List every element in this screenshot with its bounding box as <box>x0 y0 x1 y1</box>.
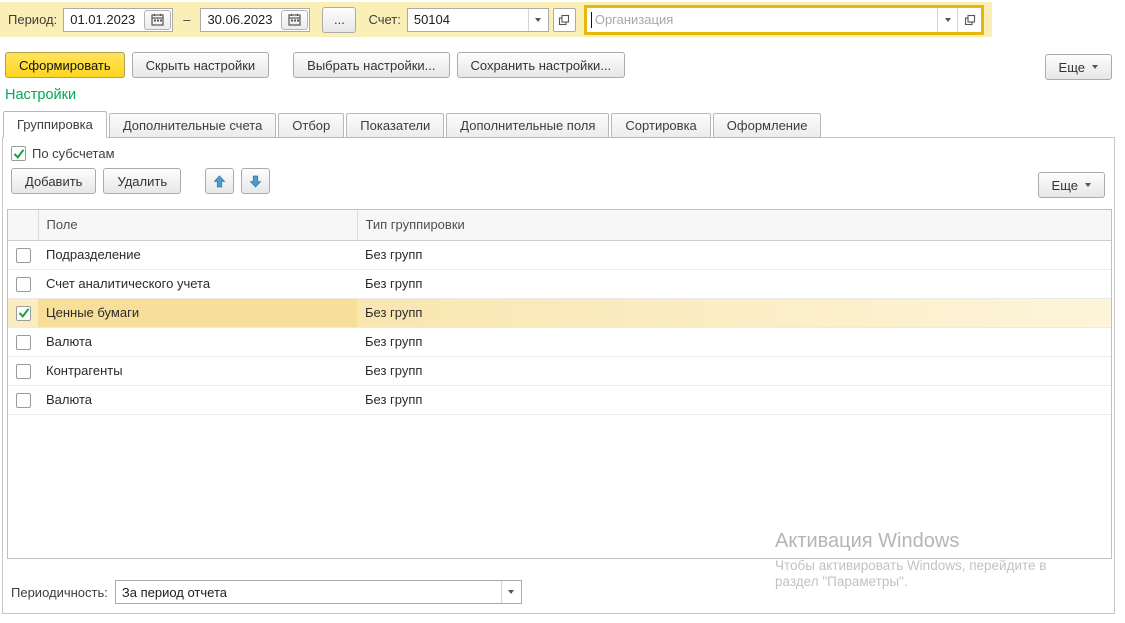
tab-label: Оформление <box>727 118 808 133</box>
settings-tab[interactable]: Отбор <box>278 113 344 138</box>
organization-placeholder[interactable]: Организация <box>592 12 937 27</box>
move-down-button[interactable] <box>241 168 270 194</box>
calendar-icon[interactable] <box>144 10 171 30</box>
delete-button[interactable]: Удалить <box>103 168 181 194</box>
grouping-table: Поле Тип группировки Подразделение Без г… <box>7 209 1112 559</box>
arrow-up-icon <box>213 175 226 188</box>
table-row[interactable]: Счет аналитического учета Без групп <box>8 269 1111 298</box>
row-grouping-type-value[interactable]: Без групп <box>357 356 1111 385</box>
save-settings-button[interactable]: Сохранить настройки... <box>457 52 626 78</box>
report-settings-window: Период: 01.01.2023 – 30.06.2023 ... Счет… <box>0 0 1125 623</box>
add-button[interactable]: Добавить <box>11 168 96 194</box>
account-label: Счет: <box>368 12 400 27</box>
period-label: Период: <box>8 12 57 27</box>
account-combo[interactable]: 50104 <box>407 8 549 32</box>
settings-tab[interactable]: Сортировка <box>611 113 710 138</box>
table-row[interactable]: Подразделение Без групп <box>8 240 1111 269</box>
row-grouping-type-value[interactable]: Без групп <box>357 240 1111 269</box>
generate-button[interactable]: Сформировать <box>5 52 125 78</box>
tab-label: Дополнительные поля <box>460 118 595 133</box>
periodicity-select[interactable]: За период отчета <box>115 580 522 604</box>
date-from-value[interactable]: 01.01.2023 <box>64 12 141 27</box>
arrow-down-icon <box>249 175 262 188</box>
row-grouping-type-value[interactable]: Без групп <box>357 385 1111 414</box>
table-row[interactable]: Ценные бумаги Без групп <box>8 298 1111 327</box>
tab-label: Показатели <box>360 118 430 133</box>
period-picker-button[interactable]: ... <box>322 7 356 33</box>
field-column-header: Поле <box>38 210 357 240</box>
chevron-down-icon <box>1085 183 1091 187</box>
periodicity-row: Периодичность: За период отчета <box>11 580 522 604</box>
row-checkbox[interactable] <box>16 306 31 321</box>
row-grouping-type-value[interactable]: Без групп <box>357 298 1111 327</box>
account-value[interactable]: 50104 <box>408 12 456 27</box>
settings-tab[interactable]: Дополнительные счета <box>109 113 276 138</box>
settings-panel: По субсчетам Добавить Удалить Еще По <box>2 137 1115 614</box>
more-button-label: Еще <box>1059 60 1085 75</box>
date-from-field[interactable]: 01.01.2023 <box>63 8 173 32</box>
subaccounts-checkbox[interactable] <box>11 146 26 161</box>
organization-dropdown-arrow-icon[interactable] <box>937 8 957 32</box>
filter-bar: Период: 01.01.2023 – 30.06.2023 ... Счет… <box>0 2 992 37</box>
table-row[interactable]: Валюта Без групп <box>8 385 1111 414</box>
row-field-value[interactable]: Счет аналитического учета <box>38 269 357 298</box>
grouping-toolbar: Добавить Удалить <box>11 168 1114 194</box>
tab-label: Дополнительные счета <box>123 118 262 133</box>
organization-open-icon[interactable] <box>957 8 981 32</box>
account-open-icon[interactable] <box>553 8 576 32</box>
table-row[interactable]: Контрагенты Без групп <box>8 356 1111 385</box>
more-button[interactable]: Еще <box>1045 54 1112 80</box>
row-field-value[interactable]: Валюта <box>38 385 357 414</box>
row-checkbox[interactable] <box>16 335 31 350</box>
row-field-value[interactable]: Ценные бумаги <box>38 298 357 327</box>
periodicity-label: Периодичность: <box>11 585 108 600</box>
settings-title: Настройки <box>5 87 76 103</box>
row-checkbox[interactable] <box>16 393 31 408</box>
chevron-down-icon <box>1092 65 1098 69</box>
date-to-field[interactable]: 30.06.2023 <box>200 8 310 32</box>
calendar-icon[interactable] <box>281 10 308 30</box>
row-checkbox[interactable] <box>16 364 31 379</box>
row-field-value[interactable]: Валюта <box>38 327 357 356</box>
row-grouping-type-value[interactable]: Без групп <box>357 269 1111 298</box>
date-to-value[interactable]: 30.06.2023 <box>201 12 278 27</box>
row-checkbox[interactable] <box>16 248 31 263</box>
hide-settings-button[interactable]: Скрыть настройки <box>132 52 270 78</box>
settings-tab[interactable]: Дополнительные поля <box>446 113 609 138</box>
organization-field[interactable]: Организация <box>584 5 984 35</box>
grouping-more-button[interactable]: Еще <box>1038 172 1105 198</box>
date-range-dash: – <box>183 12 190 27</box>
subaccounts-checkbox-label: По субсчетам <box>32 146 115 161</box>
periodicity-value[interactable]: За период отчета <box>116 585 233 600</box>
tab-label: Группировка <box>17 117 93 132</box>
table-header-row: Поле Тип группировки <box>8 210 1111 240</box>
periodicity-dropdown-arrow-icon[interactable] <box>501 581 521 603</box>
report-actions: Сформировать Скрыть настройки Выбрать на… <box>5 52 625 78</box>
table-row[interactable]: Валюта Без групп <box>8 327 1111 356</box>
settings-tab[interactable]: Оформление <box>713 113 822 138</box>
row-checkbox[interactable] <box>16 277 31 292</box>
subaccounts-checkbox-row[interactable]: По субсчетам <box>11 146 1114 161</box>
move-up-button[interactable] <box>205 168 234 194</box>
checkbox-column-header <box>8 210 38 240</box>
tab-label: Сортировка <box>625 118 696 133</box>
settings-tab[interactable]: Группировка <box>3 111 107 138</box>
account-dropdown-arrow-icon[interactable] <box>528 9 548 31</box>
grouping-more-label: Еще <box>1052 178 1078 193</box>
row-field-value[interactable]: Подразделение <box>38 240 357 269</box>
settings-tabs: Группировка Дополнительные счета Отбор П… <box>3 111 823 138</box>
choose-settings-button[interactable]: Выбрать настройки... <box>293 52 449 78</box>
row-field-value[interactable]: Контрагенты <box>38 356 357 385</box>
grouping-type-column-header: Тип группировки <box>357 210 1111 240</box>
settings-tab[interactable]: Показатели <box>346 113 444 138</box>
tab-label: Отбор <box>292 118 330 133</box>
row-grouping-type-value[interactable]: Без групп <box>357 327 1111 356</box>
